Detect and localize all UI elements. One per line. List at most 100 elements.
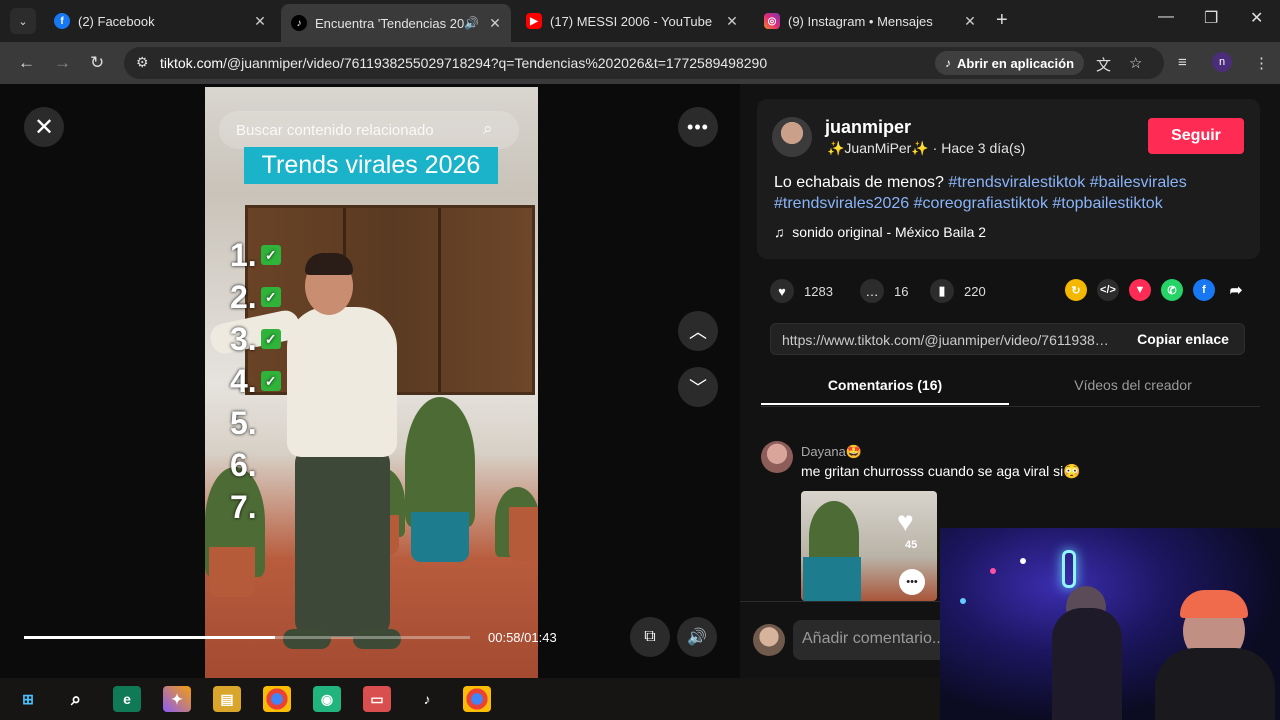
hashtag-link[interactable]: #topbailestiktok xyxy=(1052,195,1162,212)
creator-nickname: ✨JuanMiPer✨ · Hace 3 día(s) xyxy=(827,140,1026,156)
video-progress-bar[interactable] xyxy=(24,636,470,639)
tab-creator-videos[interactable]: Vídeos del creador xyxy=(1009,377,1257,393)
repost-icon[interactable]: ↻ xyxy=(1065,279,1087,301)
user-avatar xyxy=(753,624,785,656)
embed-icon[interactable]: </> xyxy=(1097,279,1119,301)
bookmark-star-icon[interactable]: ☆ xyxy=(1129,54,1142,72)
more-options-button[interactable]: ••• xyxy=(678,107,718,147)
restore-window-button[interactable]: ❐ xyxy=(1204,8,1218,28)
copy-link-button[interactable]: Copiar enlace xyxy=(1121,324,1245,354)
close-tab-icon[interactable]: ✕ xyxy=(250,13,270,30)
music-note-icon: ♫ xyxy=(774,224,785,240)
next-video-button[interactable]: ﹀ xyxy=(678,367,718,407)
video-area: ✕ Buscar contenido relacionado ⌕ Trends … xyxy=(0,84,740,678)
video-scene-dancer xyxy=(207,253,415,677)
share-link-box: https://www.tiktok.com/@juanmiper/video/… xyxy=(770,323,1245,355)
audio-playing-icon[interactable]: 🔊 xyxy=(464,16,479,30)
close-tab-icon[interactable]: ✕ xyxy=(722,13,742,30)
chrome-icon[interactable] xyxy=(263,686,291,712)
open-in-app-button[interactable]: ♪ Abrir en aplicación xyxy=(935,51,1085,75)
address-bar[interactable]: ⚙ tiktok.com/@juanmiper/video/7611938255… xyxy=(124,47,1164,79)
hashtag-link[interactable]: #trendsvirales2026 xyxy=(774,195,909,212)
related-search-placeholder: Buscar contenido relacionado xyxy=(236,122,434,139)
tiktok-icon: ♪ xyxy=(945,56,951,70)
video-editor-icon[interactable]: ▭ xyxy=(363,686,391,712)
commenter-avatar[interactable] xyxy=(761,441,793,473)
game-app-icon[interactable]: ◉ xyxy=(313,686,341,712)
tab-instagram[interactable]: ◎ (9) Instagram • Mensajes ✕ xyxy=(754,6,986,36)
hashtag-link[interactable]: #coreografiastiktok xyxy=(914,195,1048,212)
site-info-icon[interactable]: ⚙ xyxy=(136,54,149,71)
save-button[interactable]: ▮ 220 xyxy=(930,279,986,303)
list-item: 6. xyxy=(230,446,257,483)
sound-link[interactable]: ♫ sonido original - México Baila 2 xyxy=(774,224,986,240)
tab-comments[interactable]: Comentarios (16) xyxy=(761,377,1009,393)
video-timecode: 00:58/01:43 xyxy=(488,630,557,645)
close-tab-icon[interactable]: ✕ xyxy=(960,13,980,30)
tab-search-chevron-icon[interactable]: ⌄ xyxy=(10,8,36,34)
bookmark-icon: ▮ xyxy=(930,279,954,303)
new-tab-button[interactable]: + xyxy=(996,9,1008,32)
more-icon[interactable]: ••• xyxy=(899,569,925,595)
commenter-username[interactable]: Dayana🤩 xyxy=(801,444,862,460)
facebook-share-icon[interactable]: f xyxy=(1193,279,1215,301)
windows-start-icon[interactable]: ⊞ xyxy=(14,686,42,712)
file-explorer-icon[interactable]: ▤ xyxy=(213,686,241,712)
check-icon: ✓ xyxy=(260,329,281,349)
browser-tab-bar: ⌄ f (2) Facebook ✕ ♪ Encuentra 'Tendenci… xyxy=(0,0,1280,42)
hashtag-link[interactable]: #trendsviralestiktok xyxy=(948,174,1085,191)
back-button[interactable]: ← xyxy=(18,53,35,73)
share-link-url[interactable]: https://www.tiktok.com/@juanmiper/video/… xyxy=(782,332,1115,348)
volume-icon[interactable]: 🔊 xyxy=(677,617,717,657)
search-icon[interactable]: ⌕ xyxy=(483,119,493,139)
tiktok-icon[interactable]: ♪ xyxy=(413,686,441,712)
profile-avatar[interactable]: n xyxy=(1212,52,1232,72)
video-overlay-title: Trends virales 2026 xyxy=(244,147,498,184)
chrome-profile-icon[interactable] xyxy=(463,686,491,712)
heart-icon[interactable]: ♥ xyxy=(897,506,914,538)
send-icon[interactable]: ▼ xyxy=(1129,279,1151,301)
tab-youtube[interactable]: ▶ (17) MESSI 2006 - YouTube ✕ xyxy=(516,6,748,36)
creator-username[interactable]: juanmiper xyxy=(825,117,911,138)
close-tab-icon[interactable]: ✕ xyxy=(485,15,505,32)
media-controls-icon[interactable]: ≡ xyxy=(1178,54,1187,71)
tab-title: (2) Facebook xyxy=(78,13,155,29)
follow-button[interactable]: Seguir xyxy=(1148,118,1244,154)
tiktok-icon: ♪ xyxy=(291,15,307,31)
post-info-card: juanmiper ✨JuanMiPer✨ · Hace 3 día(s) Se… xyxy=(757,99,1260,259)
open-in-app-label: Abrir en aplicación xyxy=(957,55,1075,71)
hashtag-link[interactable]: #bailesvirales xyxy=(1090,174,1187,191)
related-search-bar[interactable]: Buscar contenido relacionado ⌕ xyxy=(219,111,519,149)
video-scene-pot xyxy=(509,507,538,562)
comment-video-thumbnail[interactable]: ♥ 45 ••• xyxy=(801,491,937,601)
tab-tiktok[interactable]: ♪ Encuentra 'Tendencias 2026 🔊 ✕ xyxy=(281,4,511,42)
share-icon[interactable]: ➦ xyxy=(1225,279,1247,301)
whatsapp-icon[interactable]: ✆ xyxy=(1161,279,1183,301)
video-overlay-list: 1. ✓ 2. ✓ 3. ✓ 4. ✓ 5. 6. 7. xyxy=(230,234,281,528)
reload-button[interactable]: ↻ xyxy=(90,53,104,73)
comment-button[interactable]: … 16 xyxy=(860,279,908,303)
edge-icon[interactable]: e xyxy=(113,686,141,712)
close-window-button[interactable]: ✕ xyxy=(1250,8,1263,28)
tab-title: Encuentra 'Tendencias 2026 xyxy=(315,15,465,31)
search-icon[interactable]: ⌕ xyxy=(62,686,90,712)
tab-title: (9) Instagram • Mensajes xyxy=(788,13,933,29)
url-text[interactable]: tiktok.com/@juanmiper/video/761193825502… xyxy=(160,55,767,71)
streamer-webcam xyxy=(940,528,1280,720)
creator-avatar[interactable] xyxy=(772,117,812,157)
copilot-icon[interactable]: ✦ xyxy=(163,686,191,712)
picture-in-picture-icon[interactable]: ⧉ xyxy=(630,617,670,657)
comment-like-count: 45 xyxy=(905,539,918,551)
close-video-button[interactable]: ✕ xyxy=(24,107,64,147)
forward-button[interactable]: → xyxy=(54,53,71,73)
minimize-window-button[interactable]: — xyxy=(1158,8,1174,26)
previous-video-button[interactable]: ︿ xyxy=(678,311,718,351)
list-item: 2. ✓ xyxy=(230,276,281,318)
like-button[interactable]: ♥ 1283 xyxy=(770,279,833,303)
browser-menu-icon[interactable]: ⋮ xyxy=(1254,54,1269,72)
video-scene-plant xyxy=(405,397,475,527)
tab-facebook[interactable]: f (2) Facebook ✕ xyxy=(44,6,276,36)
list-item: 5. xyxy=(230,404,257,441)
comments-tabs: Comentarios (16) Vídeos del creador xyxy=(761,369,1260,407)
translate-icon[interactable]: 文 xyxy=(1096,54,1111,75)
